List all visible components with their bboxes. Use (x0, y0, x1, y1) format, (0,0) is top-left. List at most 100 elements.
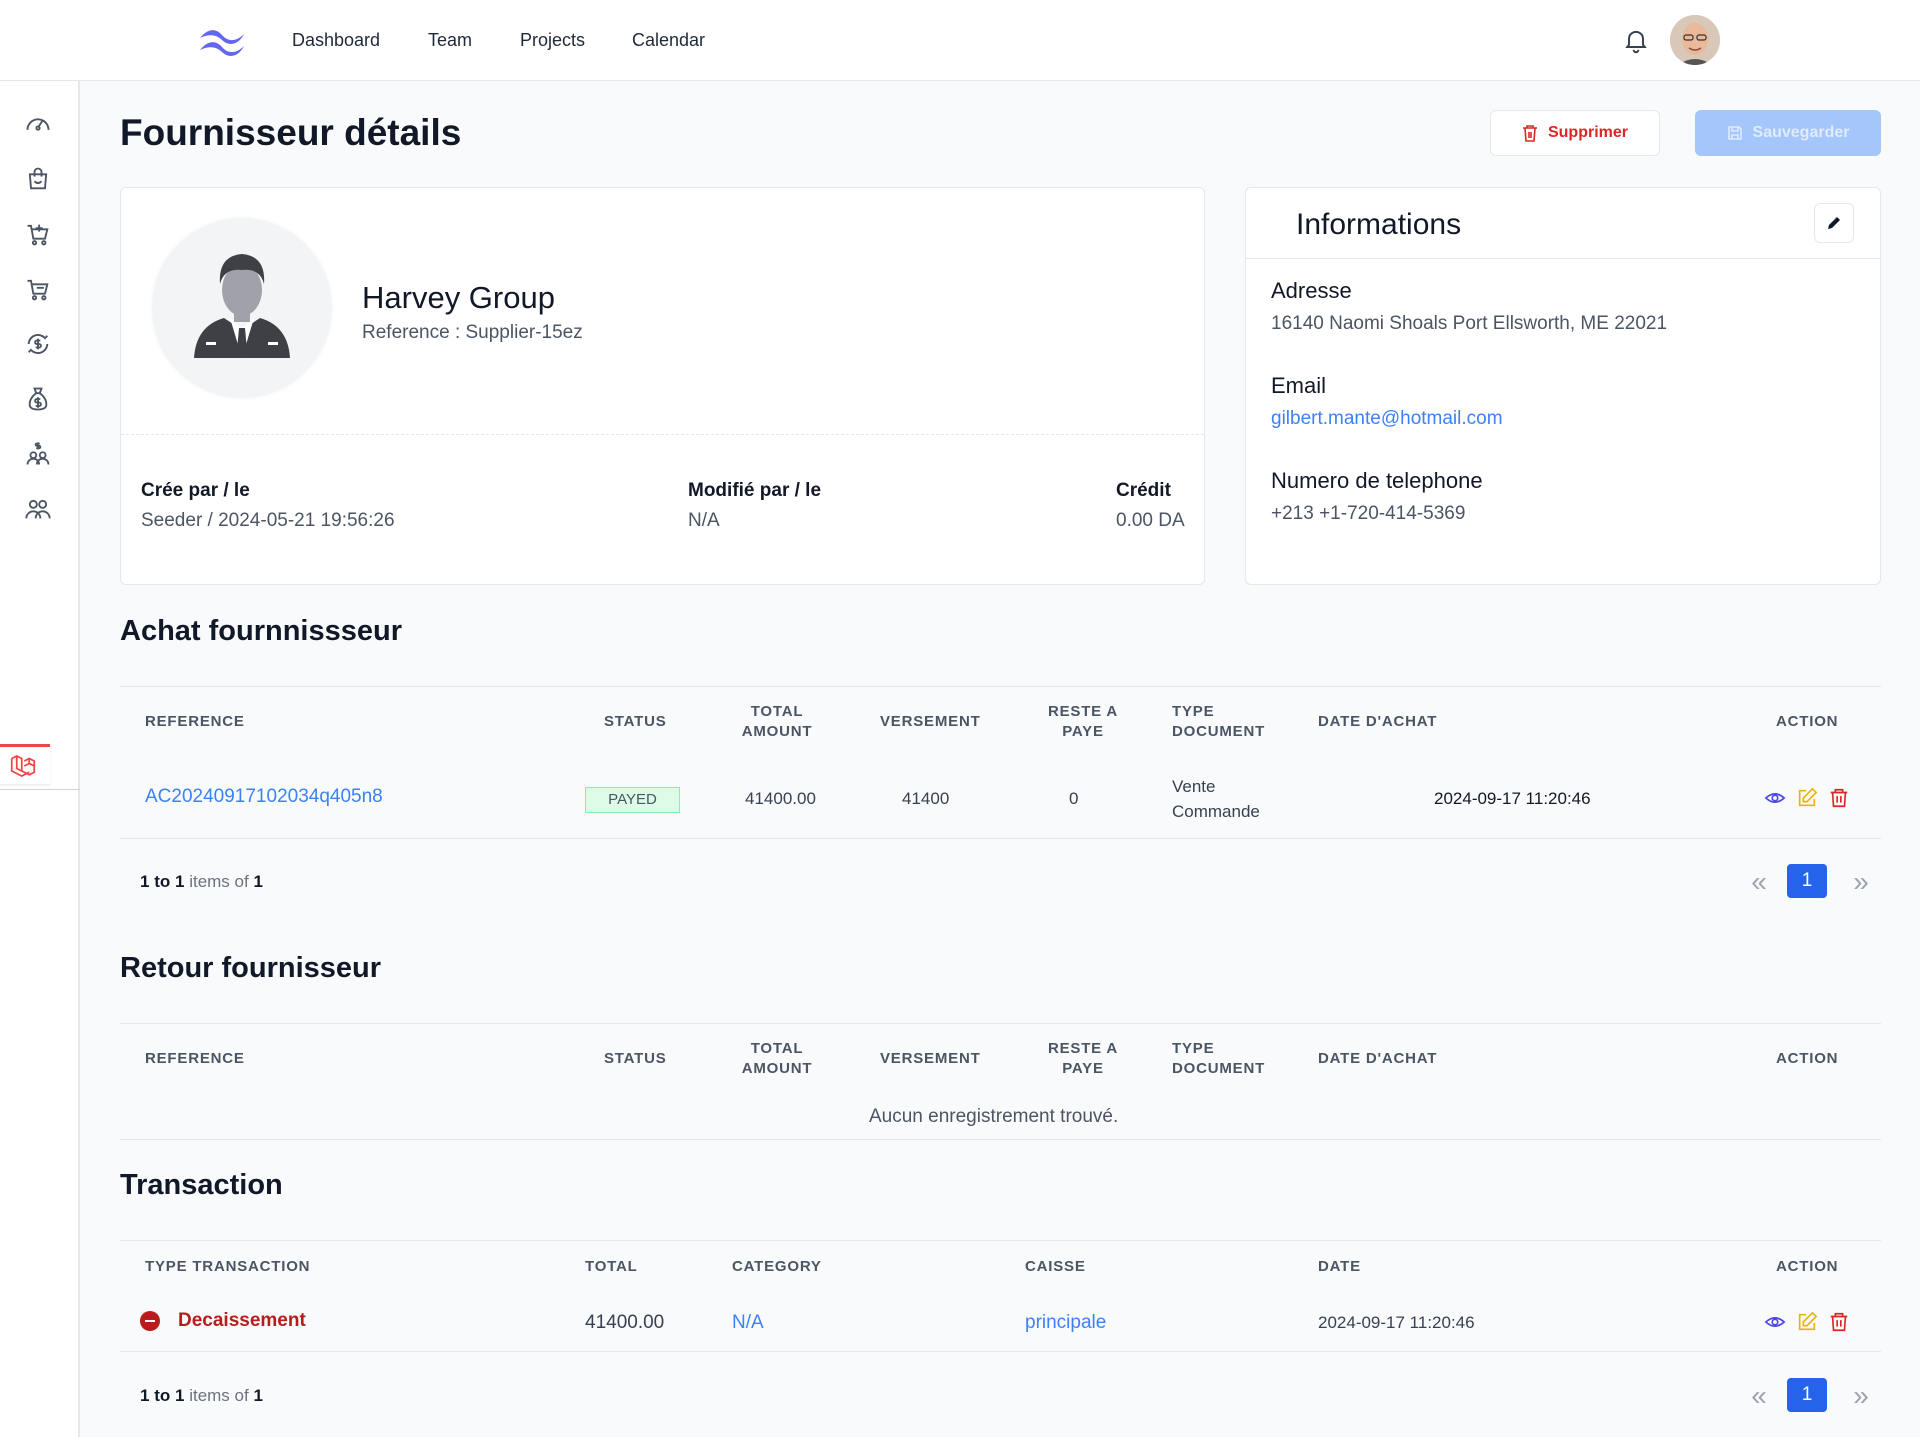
minus-circle-icon (140, 1311, 160, 1331)
achat-table: REFERENCE STATUS TOTAL AMOUNT VERSEMENT … (120, 686, 1881, 906)
pagination-total: 1 (253, 872, 263, 891)
trash-icon (1522, 125, 1537, 142)
top-navbar: Dashboard Team Projects Calendar (0, 0, 1920, 81)
th-date: DATE (1318, 1258, 1361, 1275)
supplier-avatar (152, 218, 332, 398)
th-type-transaction: TYPE TRANSACTION (145, 1258, 311, 1275)
achat-total-amount: 41400.00 (745, 789, 816, 808)
pencil-icon (1828, 217, 1840, 229)
refresh-dollar-icon[interactable] (24, 330, 52, 358)
pagination-page-button[interactable]: 1 (1787, 864, 1827, 898)
users-icon[interactable] (24, 495, 52, 523)
edit-informations-button[interactable] (1814, 203, 1854, 243)
th-total-amount: TOTAL AMOUNT (741, 1040, 813, 1077)
pagination-to: 1 (174, 1386, 185, 1405)
transaction-total: 41400.00 (585, 1312, 665, 1333)
th-category: CATEGORY (732, 1258, 822, 1275)
created-label: Crée par / le (141, 480, 250, 501)
email-link[interactable]: gilbert.mante@hotmail.com (1271, 408, 1503, 430)
transaction-type-label: Decaissement (178, 1310, 306, 1331)
pagination-next-icon[interactable]: » (1847, 868, 1875, 897)
pagination-items-of: items of (189, 1386, 249, 1405)
informations-title: Informations (1296, 208, 1462, 241)
cart-icon[interactable] (24, 275, 52, 303)
achat-section-title: Achat fournnissseur (120, 615, 402, 647)
transaction-caisse-link[interactable]: principale (1025, 1312, 1106, 1334)
nav-team[interactable]: Team (428, 30, 472, 51)
transaction-section-title: Transaction (120, 1169, 283, 1201)
user-avatar[interactable] (1670, 15, 1720, 65)
supplier-name: Harvey Group (362, 280, 555, 315)
row-border (120, 838, 1881, 839)
businessman-icon (194, 254, 290, 358)
th-total-amount: TOTAL AMOUNT (741, 703, 813, 740)
phone-label: Numero de telephone (1271, 468, 1483, 493)
th-date: DATE D'ACHAT (1318, 713, 1438, 730)
bell-icon[interactable] (1622, 26, 1650, 54)
pagination-prev-icon[interactable]: « (1745, 868, 1773, 897)
modified-label: Modifié par / le (688, 480, 822, 501)
th-versement: VERSEMENT (880, 713, 981, 730)
transaction-category-link[interactable]: N/A (732, 1312, 764, 1334)
status-badge: PAYED (585, 787, 680, 813)
achat-date: 2024-09-17 11:20:46 (1434, 789, 1591, 808)
th-versement: VERSEMENT (880, 1050, 981, 1067)
tailwind-logo-icon[interactable] (198, 26, 246, 56)
pagination-prev-icon[interactable]: « (1745, 1382, 1773, 1411)
address-value: 16140 Naomi Shoals Port Ellsworth, ME 22… (1271, 313, 1668, 334)
supplier-reference: Reference : Supplier-15ez (362, 322, 583, 343)
sidebar-divider (0, 789, 80, 790)
table-border (120, 686, 1881, 687)
pagination-items-of: items of (189, 872, 249, 891)
transaction-pagination-info: 1 to 1 items of 1 (140, 1386, 263, 1406)
nav-projects[interactable]: Projects (520, 30, 585, 51)
nav-dashboard[interactable]: Dashboard (292, 30, 380, 51)
table-border (120, 1240, 1881, 1241)
achat-reference-link[interactable]: AC20240917102034q405n8 (145, 786, 383, 808)
address-label: Adresse (1271, 278, 1352, 303)
credit-label: Crédit (1116, 480, 1171, 501)
delete-icon[interactable] (1828, 1311, 1850, 1333)
cart-add-icon[interactable] (24, 220, 52, 248)
th-reste: RESTE A PAYE (1047, 1040, 1119, 1077)
delete-icon[interactable] (1828, 787, 1850, 809)
pagination-from: 1 (140, 1386, 150, 1405)
pagination-to-word: to (154, 872, 171, 891)
th-caisse: CAISSE (1025, 1258, 1086, 1275)
edit-icon[interactable] (1796, 1311, 1818, 1333)
users-dollar-icon[interactable] (24, 440, 52, 468)
save-button[interactable]: Sauvegarder (1695, 110, 1881, 156)
th-date: DATE D'ACHAT (1318, 1050, 1438, 1067)
th-action: ACTION (1776, 1050, 1839, 1067)
dashboard-gauge-icon[interactable] (24, 110, 52, 138)
laravel-badge[interactable] (0, 744, 50, 784)
th-reference: REFERENCE (145, 1050, 245, 1067)
pagination-next-icon[interactable]: » (1847, 1382, 1875, 1411)
th-action: ACTION (1776, 1258, 1839, 1275)
th-status: STATUS (604, 713, 667, 730)
th-type-document: TYPE DOCUMENT (1172, 1040, 1266, 1077)
view-icon[interactable] (1764, 1311, 1786, 1333)
laravel-logo-icon (10, 755, 36, 777)
money-bag-icon[interactable] (24, 385, 52, 413)
retour-empty-message: Aucun enregistrement trouvé. (869, 1106, 1119, 1127)
edit-icon[interactable] (1796, 787, 1818, 809)
created-value: Seeder / 2024-05-21 19:56:26 (141, 510, 395, 531)
shopping-bag-icon[interactable] (24, 165, 52, 193)
th-action: ACTION (1776, 713, 1839, 730)
th-type-document: TYPE DOCUMENT (1172, 703, 1266, 740)
transaction-table: TYPE TRANSACTION TOTAL CATEGORY CAISSE D… (120, 1240, 1881, 1420)
transaction-row-actions (1764, 1311, 1850, 1333)
view-icon[interactable] (1764, 787, 1786, 809)
pagination-total: 1 (253, 1386, 263, 1405)
card-divider (121, 434, 1204, 435)
row-border (120, 1351, 1881, 1352)
email-label: Email (1271, 373, 1327, 398)
row-border (120, 1139, 1881, 1140)
nav-calendar[interactable]: Calendar (632, 30, 705, 51)
page-title: Fournisseur détails (120, 112, 462, 153)
pagination-page-button[interactable]: 1 (1787, 1378, 1827, 1412)
delete-button[interactable]: Supprimer (1490, 110, 1660, 156)
table-border (120, 1023, 1881, 1024)
delete-button-label: Supprimer (1547, 124, 1628, 141)
